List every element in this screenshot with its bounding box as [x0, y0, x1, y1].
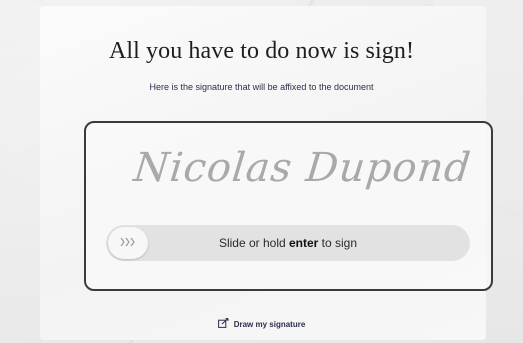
slider-key: enter	[289, 236, 319, 250]
draw-signature-link[interactable]: Draw my signature	[0, 318, 523, 330]
edit-icon	[217, 318, 229, 330]
page-subtitle: Here is the signature that will be affix…	[149, 82, 374, 92]
draw-signature-label: Draw my signature	[233, 319, 306, 329]
slider-handle[interactable]	[108, 227, 148, 259]
slider-text-after: to sign	[318, 236, 358, 250]
slide-to-sign-slider[interactable]: Slide or hold enter to sign	[106, 225, 470, 261]
chevrons-right-icon	[120, 234, 136, 252]
slider-instruction: Slide or hold enter to sign	[154, 225, 470, 261]
signature-box: Nicolas Dupond Slide or hold enter to si…	[84, 121, 493, 291]
slider-text-before: Slide or hold	[218, 236, 289, 250]
signature-preview: Nicolas Dupond	[131, 145, 474, 191]
page-title: All you have to do now is sign!	[108, 38, 415, 64]
